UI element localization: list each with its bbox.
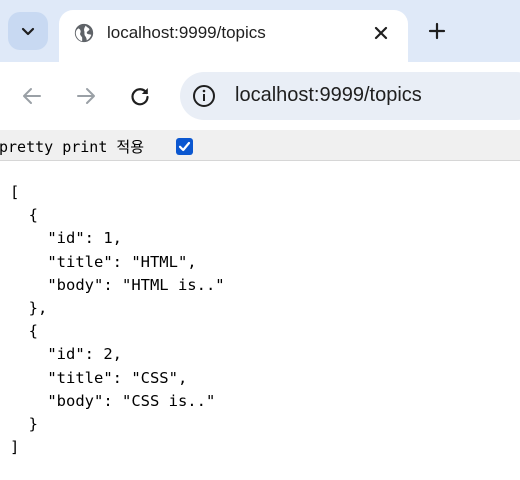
info-icon[interactable] <box>192 84 216 108</box>
url-text[interactable]: localhost:9999/topics <box>235 84 422 107</box>
back-button[interactable] <box>14 78 50 114</box>
json-line: } <box>10 415 38 434</box>
json-line: "id": 1, <box>10 229 122 248</box>
json-line: "title": "CSS", <box>10 368 188 387</box>
new-tab-button[interactable] <box>420 14 454 48</box>
browser-toolbar: localhost:9999/topics <box>0 62 520 130</box>
globe-icon <box>74 23 94 43</box>
json-line: [ <box>10 183 20 201</box>
pretty-print-checkbox[interactable] <box>176 138 193 155</box>
json-line: { <box>10 206 38 225</box>
json-line: "body": "HTML is.." <box>10 275 225 294</box>
reload-button[interactable] <box>122 78 158 114</box>
tab-title: localhost:9999/topics <box>107 23 266 42</box>
pretty-print-label: pretty print 적용 <box>0 138 145 156</box>
json-line: "title": "HTML", <box>10 252 197 271</box>
plus-icon <box>428 22 446 40</box>
json-line: "body": "CSS is.." <box>10 391 216 410</box>
json-line: "id": 2, <box>10 345 122 364</box>
forward-arrow-icon <box>77 88 95 104</box>
active-tab[interactable]: localhost:9999/topics <box>59 10 408 62</box>
tab-search-button[interactable] <box>8 12 48 50</box>
json-line: ] <box>10 438 20 457</box>
checkmark-icon <box>178 141 191 152</box>
json-line: }, <box>10 299 48 318</box>
reload-icon <box>131 88 149 106</box>
json-line: { <box>10 322 38 341</box>
forward-button[interactable] <box>68 78 104 114</box>
close-tab-button[interactable] <box>368 20 394 46</box>
close-icon <box>374 26 388 40</box>
address-bar[interactable]: localhost:9999/topics <box>180 72 520 120</box>
chevron-down-icon <box>21 27 35 36</box>
pretty-print-bar: pretty print 적용 <box>0 130 520 161</box>
json-viewer: [ { "id": 1, "title": "HTML", "body": "H… <box>10 181 225 459</box>
back-arrow-icon <box>23 88 41 104</box>
tab-strip: localhost:9999/topics <box>0 0 520 62</box>
